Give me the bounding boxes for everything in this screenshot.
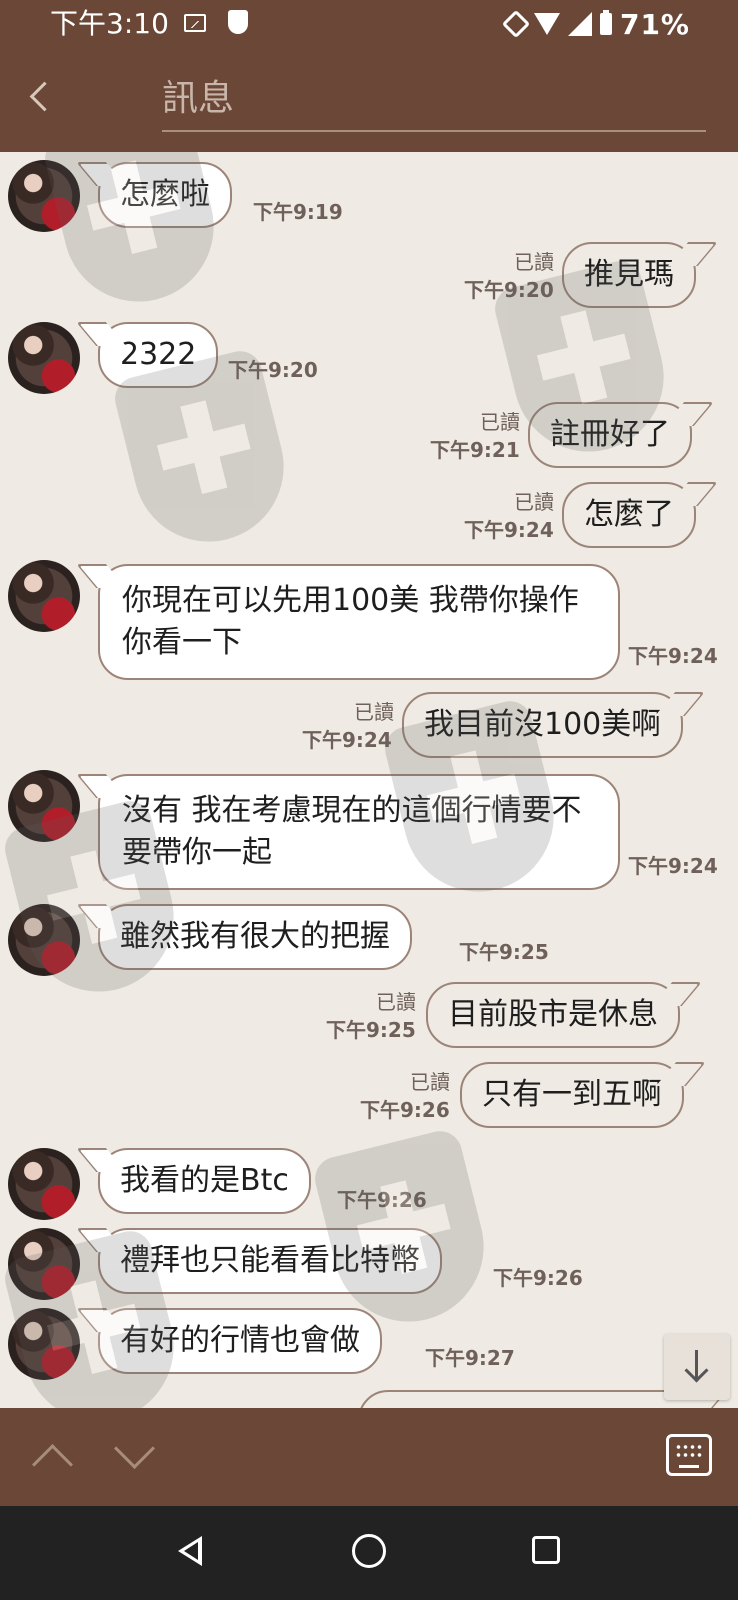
contact-avatar[interactable] — [8, 322, 80, 394]
battery-icon — [599, 10, 612, 35]
outgoing-message[interactable]: 只有一到五啊 — [460, 1062, 684, 1128]
outgoing-message[interactable]: 怎麼了 — [562, 482, 696, 548]
status-bar: 下午3:10 71% — [0, 0, 738, 48]
message-time: 下午9:26 — [337, 1188, 427, 1212]
message-time: 下午9:24 — [628, 644, 718, 668]
back-arrow-icon[interactable] — [20, 76, 60, 120]
page-title[interactable]: 訊息 — [162, 74, 706, 132]
message-time: 下午9:25 — [326, 1018, 416, 1042]
cell-signal-icon — [567, 12, 592, 36]
read-receipt: 已讀 — [376, 990, 416, 1014]
image-notification-icon — [184, 14, 206, 32]
wifi-icon — [533, 13, 560, 35]
message-list[interactable]: 怎麼啦 下午9:19 已讀 下午9:20 推見瑪 2322 下午9:20 已讀 … — [0, 152, 738, 1408]
outgoing-message[interactable]: 推見瑪 — [562, 242, 696, 308]
chevron-up-icon[interactable] — [30, 1438, 74, 1478]
outgoing-message[interactable]: 目前股市是休息 — [426, 982, 680, 1048]
message-time: 下午9:26 — [360, 1098, 450, 1122]
battery-percentage: 71% — [619, 7, 690, 41]
incoming-message[interactable]: 2322 — [98, 322, 219, 388]
read-receipt: 已讀 — [514, 490, 554, 514]
read-receipt: 已讀 — [410, 1070, 450, 1094]
incoming-message[interactable]: 我看的是Btc — [98, 1148, 311, 1214]
system-navigation-bar — [0, 1506, 738, 1600]
shield-notification-icon — [228, 10, 248, 34]
outgoing-message-partial[interactable] — [358, 1390, 706, 1408]
contact-avatar[interactable] — [8, 1308, 80, 1380]
message-time: 下午9:19 — [253, 200, 343, 224]
message-time: 下午9:25 — [459, 940, 549, 964]
contact-avatar[interactable] — [8, 770, 80, 842]
contact-avatar[interactable] — [8, 160, 80, 232]
keyboard-icon[interactable] — [666, 1434, 712, 1476]
incoming-message[interactable]: 有好的行情也會做 — [98, 1308, 382, 1374]
nav-recents-icon[interactable] — [532, 1536, 560, 1564]
contact-avatar[interactable] — [8, 1148, 80, 1220]
incoming-message[interactable]: 你現在可以先用100美 我帶你操作你看一下 — [98, 564, 620, 680]
nav-home-icon[interactable] — [352, 1534, 386, 1568]
message-time: 下午9:24 — [302, 728, 392, 752]
read-receipt: 已讀 — [514, 250, 554, 274]
message-time: 下午9:27 — [425, 1346, 515, 1370]
message-time: 下午9:24 — [464, 518, 554, 542]
read-receipt: 已讀 — [480, 410, 520, 434]
incoming-message[interactable]: 雖然我有很大的把握 — [98, 904, 412, 970]
app-header: 訊息 — [0, 48, 738, 152]
outgoing-message[interactable]: 註冊好了 — [528, 402, 692, 468]
status-time: 下午3:10 — [50, 7, 169, 40]
message-time: 下午9:26 — [493, 1266, 583, 1290]
contact-avatar[interactable] — [8, 560, 80, 632]
incoming-message[interactable]: 怎麼啦 — [98, 162, 232, 228]
nav-back-icon[interactable] — [178, 1536, 202, 1566]
bottom-toolbar — [0, 1408, 738, 1506]
incoming-message[interactable]: 沒有 我在考慮現在的這個行情要不要帶你一起 — [98, 774, 620, 890]
message-time: 下午9:20 — [228, 358, 318, 382]
auto-rotate-icon — [501, 9, 531, 39]
outgoing-message[interactable]: 我目前沒100美啊 — [402, 692, 684, 758]
read-receipt: 已讀 — [354, 700, 394, 724]
message-time: 下午9:24 — [628, 854, 718, 878]
incoming-message[interactable]: 禮拜也只能看看比特幣 — [98, 1228, 442, 1294]
contact-avatar[interactable] — [8, 1228, 80, 1300]
scroll-to-bottom-button[interactable] — [664, 1334, 730, 1400]
contact-avatar[interactable] — [8, 904, 80, 976]
chevron-down-icon[interactable] — [112, 1438, 156, 1478]
message-time: 下午9:20 — [464, 278, 554, 302]
message-time: 下午9:21 — [430, 438, 520, 462]
status-indicators: 71% — [501, 6, 690, 42]
